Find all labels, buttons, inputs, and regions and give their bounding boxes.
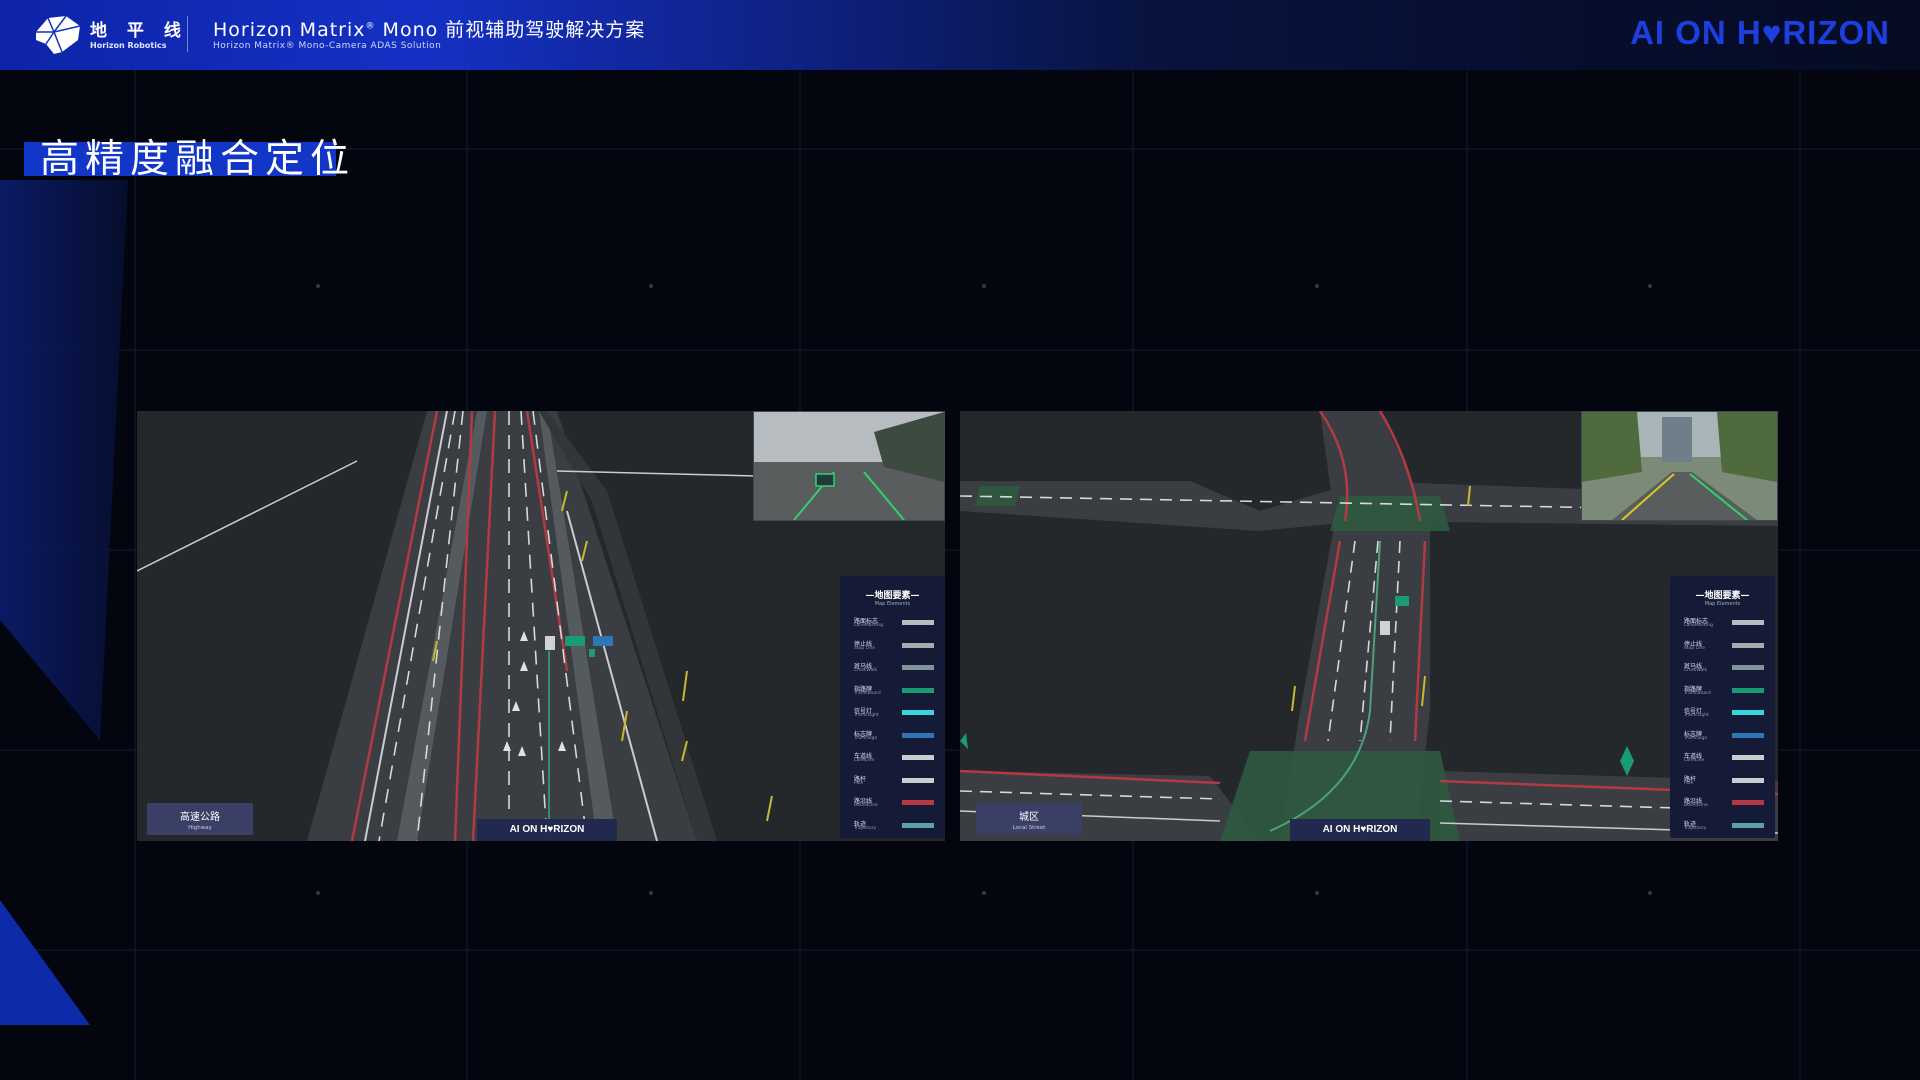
legend-item: 路沿线 BoundLine [840, 793, 945, 816]
legend-item: 停止线 Stop Line [1670, 636, 1775, 659]
legend-item: 轨迹 Trajectory [1670, 816, 1775, 839]
legend-swatch [1732, 732, 1764, 738]
legend-swatch [1732, 822, 1764, 828]
legend-item: 标志牌 TrafficSign [1670, 726, 1775, 749]
legend-item: 斑马线 CrossWalk [840, 658, 945, 681]
legend-item-en: Pole [1684, 780, 1694, 786]
front-camera-view [1581, 411, 1778, 521]
legend-item-en: TrafficBoard [854, 690, 881, 696]
legend-item: 信号灯 TrafficLight [1670, 703, 1775, 726]
road-type-en: Highway [188, 825, 212, 831]
legend-item: 路沿线 BoundLine [1670, 793, 1775, 816]
legend-item-en: Pole [854, 780, 864, 786]
legend-swatch [902, 732, 934, 738]
legend-swatch [902, 687, 934, 693]
legend-rows: 路面标志 LaneMarking 停止线 Stop Line 斑马线 CrossWalk 指… [1670, 613, 1775, 838]
legend-title: —地图要素— [865, 591, 920, 601]
header-title: Horizon Matrix® Mono 前视辅助驾驶解决方案 [213, 19, 646, 41]
legend-item-en: TrafficLight [1684, 713, 1709, 718]
road-type-badge: 城区 Local Street [976, 803, 1082, 835]
legend-item-en: LaneLine [854, 758, 875, 763]
legend-subtitle: Map Elements [874, 601, 911, 607]
legend-swatch [902, 665, 934, 670]
brand-name-cn: 地 平 线 [90, 21, 188, 41]
legend-item: 路杆 Pole [840, 771, 945, 794]
legend-swatch [902, 822, 934, 828]
camera-image [1582, 412, 1777, 520]
legend-item-en: Stop Line [854, 645, 876, 651]
legend-swatch [902, 710, 934, 715]
legend-swatch [1732, 642, 1764, 648]
map-elements-legend: —地图要素— Map Elements 路面标志 LaneMarking 停止线 St… [1670, 576, 1775, 838]
road-type-cn: 高速公路 [180, 812, 220, 823]
legend-swatch [1732, 710, 1764, 715]
camera-image [754, 412, 944, 520]
road-type-badge: 高速公路 Highway [147, 803, 253, 835]
highway-map-panel: —地图要素— Map Elements 路面标志 LaneMarking 停止线 St… [137, 411, 945, 841]
legend-item-en: Stop Line [1684, 645, 1706, 651]
legend-swatch [1732, 800, 1764, 805]
legend-item-en: BoundLine [854, 803, 878, 808]
legend-item-en: TrafficLight [854, 713, 879, 718]
legend-item: 停止线 Stop Line [840, 636, 945, 659]
panel-watermark: AI ON H♥RIZON [477, 819, 617, 841]
legend-item-en: Trajectory [1684, 825, 1707, 831]
header-subtitle: Horizon Matrix® Mono-Camera ADAS Solutio… [213, 41, 442, 51]
brand-name-en: Horizon Robotics [90, 41, 167, 50]
road-type-cn: 城区 [1019, 812, 1039, 823]
legend-item-en: TrafficSign [854, 735, 878, 741]
legend-item: 标志牌 TrafficSign [840, 726, 945, 749]
legend-item: 车道线 LaneLine [1670, 748, 1775, 771]
legend-item: 斑马线 CrossWalk [1670, 658, 1775, 681]
legend-swatch [1732, 620, 1764, 625]
header-bar: 地 平 线 Horizon Robotics Horizon Matrix® M… [0, 0, 1920, 70]
legend-item-en: Trajectory [854, 825, 877, 831]
legend-item-en: CrossWalk [854, 668, 878, 673]
legend-rows: 路面标志 LaneMarking 停止线 Stop Line 斑马线 CrossWalk 指… [840, 613, 945, 838]
legend-item-en: BoundLine [1684, 803, 1708, 808]
local-street-map-panel: —地图要素— Map Elements 路面标志 LaneMarking 停止线 St… [960, 411, 1778, 841]
legend-item: 指路牌 TrafficBoard [1670, 681, 1775, 704]
legend-item: 指路牌 TrafficBoard [840, 681, 945, 704]
legend-item: 信号灯 TrafficLight [840, 703, 945, 726]
legend-swatch [902, 755, 934, 760]
legend-item: 路杆 Pole [1670, 771, 1775, 794]
legend-swatch [1732, 665, 1764, 670]
road-type-en: Local Street [1012, 825, 1046, 831]
legend-item: 车道线 LaneLine [840, 748, 945, 771]
header-divider [187, 16, 188, 52]
legend-item-en: LaneMarking [854, 623, 883, 628]
legend-item: 路面标志 LaneMarking [840, 613, 945, 636]
legend-swatch [1732, 777, 1764, 783]
front-camera-view [753, 411, 945, 521]
legend-item: 轨迹 Trajectory [840, 816, 945, 839]
legend-item-en: LaneLine [1684, 758, 1705, 763]
legend-swatch [1732, 755, 1764, 760]
legend-item-en: LaneMarking [1684, 623, 1713, 628]
legend-swatch [1732, 687, 1764, 693]
legend-swatch [902, 620, 934, 625]
legend-swatch [902, 800, 934, 805]
ai-on-horizon-brand: AI ON H♥RIZON [1630, 14, 1890, 51]
legend-title: —地图要素— [1695, 591, 1750, 601]
horizon-logo-icon [36, 15, 81, 54]
legend-item: 路面标志 LaneMarking [1670, 613, 1775, 636]
panel-watermark: AI ON H♥RIZON [1290, 819, 1430, 841]
legend-item-en: TrafficBoard [1684, 690, 1711, 696]
legend-item-en: CrossWalk [1684, 668, 1708, 673]
legend-item-en: TrafficSign [1684, 735, 1708, 741]
legend-swatch [902, 642, 934, 648]
legend-swatch [902, 777, 934, 783]
legend-subtitle: Map Elements [1704, 601, 1741, 607]
map-elements-legend: —地图要素— Map Elements 路面标志 LaneMarking 停止线 St… [840, 576, 945, 838]
page-title: 高精度融合定位 [40, 137, 356, 182]
